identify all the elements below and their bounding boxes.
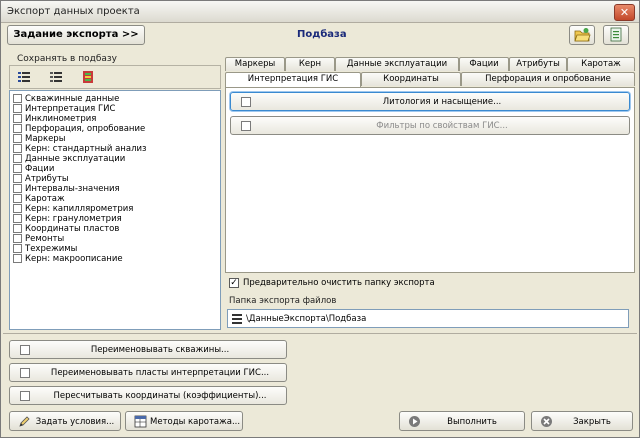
- clear-folder-label: Предварительно очистить папку экспорта: [243, 278, 435, 288]
- document-icon: [610, 27, 622, 42]
- close-button[interactable]: Закрыть: [531, 411, 633, 431]
- rename-wells-checkbox[interactable]: [20, 345, 30, 355]
- rename-wells-button[interactable]: Переименовывать скважины...: [9, 340, 287, 359]
- save-settings-button[interactable]: [603, 25, 629, 45]
- list-item[interactable]: Фации: [13, 164, 54, 174]
- check-all-icon[interactable]: [18, 71, 30, 83]
- rename-layers-label: Переименовывать пласты интерпретации ГИС…: [50, 368, 270, 378]
- rename-layers-button[interactable]: Переименовывать пласты интерпретации ГИС…: [9, 363, 287, 382]
- recalc-coords-label: Пересчитывать координаты (коэффициенты).…: [53, 391, 267, 401]
- list-item[interactable]: Перфорация, опробование: [13, 124, 145, 134]
- list-item[interactable]: Координаты пластов: [13, 224, 119, 234]
- tab-gis-interpretation[interactable]: Интерпретация ГИС: [225, 72, 361, 87]
- list-item[interactable]: Керн: капиллярометрия: [13, 204, 133, 214]
- list-item[interactable]: Керн: стандартный анализ: [13, 144, 147, 154]
- recalc-coords-button[interactable]: Пересчитывать координаты (коэффициенты).…: [9, 386, 287, 405]
- close-label: Закрыть: [573, 417, 611, 427]
- invert-selection-icon[interactable]: [82, 71, 94, 83]
- list-item[interactable]: Данные эксплуатации: [13, 154, 125, 164]
- list-item[interactable]: Каротаж: [13, 194, 65, 204]
- set-conditions-label: Задать условия...: [35, 417, 115, 427]
- list-item[interactable]: Инклинометрия: [13, 114, 96, 124]
- section-title: Подбаза: [297, 29, 347, 40]
- set-conditions-button[interactable]: Задать условия...: [9, 411, 121, 431]
- close-icon: [541, 416, 552, 427]
- clear-folder-checkbox[interactable]: ✓: [229, 278, 239, 288]
- lithology-label: Литология и насыщение...: [382, 97, 502, 107]
- gis-filters-label: Фильтры по свойствам ГИС...: [376, 121, 508, 131]
- subbase-checklist: Скважинные данные Интерпретация ГИС Инкл…: [9, 90, 221, 330]
- lithology-checkbox[interactable]: [241, 97, 251, 107]
- export-window: Экспорт данных проекта ✕ Задание экспорт…: [0, 0, 640, 438]
- list-item[interactable]: Скважинные данные: [13, 94, 119, 104]
- logging-methods-label: Методы каротажа...: [150, 417, 241, 427]
- list-item[interactable]: Интервалы-значения: [13, 184, 120, 194]
- window-title: Экспорт данных проекта: [7, 6, 140, 17]
- list-item[interactable]: Керн: гранулометрия: [13, 214, 122, 224]
- export-folder-field[interactable]: \ДанныеЭкспорта\Подбаза: [227, 309, 629, 328]
- export-folder-value: \ДанныеЭкспорта\Подбаза: [246, 314, 367, 324]
- open-folder-button[interactable]: [569, 25, 595, 45]
- list-item[interactable]: Ремонты: [13, 234, 64, 244]
- divider: [3, 333, 637, 334]
- save-to-subbase-label: Сохранять в подбазу: [17, 54, 118, 64]
- list-item[interactable]: Керн: макроописание: [13, 254, 123, 264]
- tab-facies[interactable]: Фации: [459, 57, 509, 71]
- list-item[interactable]: Атрибуты: [13, 174, 69, 184]
- uncheck-all-icon[interactable]: [50, 71, 62, 83]
- lithology-saturation-button[interactable]: Литология и насыщение...: [230, 92, 630, 111]
- gis-filters-checkbox: [241, 121, 251, 131]
- list-toolbar: [9, 65, 221, 89]
- tab-coordinates[interactable]: Координаты: [361, 72, 461, 86]
- export-folder-label: Папка экспорта файлов: [229, 296, 337, 306]
- play-icon: [409, 416, 420, 427]
- open-folder-icon: [574, 28, 591, 42]
- tab-production-data[interactable]: Данные эксплуатации: [335, 57, 459, 71]
- title-bar: Экспорт данных проекта ✕: [1, 1, 639, 23]
- logging-methods-button[interactable]: Методы каротажа...: [125, 411, 243, 431]
- gis-filters-button: Фильтры по свойствам ГИС...: [230, 116, 630, 135]
- tab-markers[interactable]: Маркеры: [225, 57, 285, 71]
- list-icon: [232, 314, 242, 324]
- window-close-button[interactable]: ✕: [614, 4, 635, 21]
- rename-wells-label: Переименовывать скважины...: [90, 345, 230, 355]
- list-item[interactable]: Маркеры: [13, 134, 65, 144]
- pencil-icon: [19, 416, 30, 427]
- tab-perforation[interactable]: Перфорация и опробование: [461, 72, 635, 86]
- rename-layers-checkbox[interactable]: [20, 368, 30, 378]
- run-button[interactable]: Выполнить: [399, 411, 525, 431]
- tab-core[interactable]: Керн: [285, 57, 335, 71]
- table-icon: [134, 415, 147, 428]
- tab-attributes[interactable]: Атрибуты: [509, 57, 567, 71]
- list-item[interactable]: Техрежимы: [13, 244, 77, 254]
- export-task-label: Задание экспорта >>: [13, 29, 139, 40]
- export-task-button[interactable]: Задание экспорта >>: [7, 25, 145, 45]
- list-item[interactable]: Интерпретация ГИС: [13, 104, 115, 114]
- recalc-coords-checkbox[interactable]: [20, 391, 30, 401]
- run-label: Выполнить: [447, 417, 497, 427]
- tab-panel-gis: Литология и насыщение... Фильтры по свой…: [225, 87, 635, 273]
- tab-logging[interactable]: Каротаж: [567, 57, 635, 71]
